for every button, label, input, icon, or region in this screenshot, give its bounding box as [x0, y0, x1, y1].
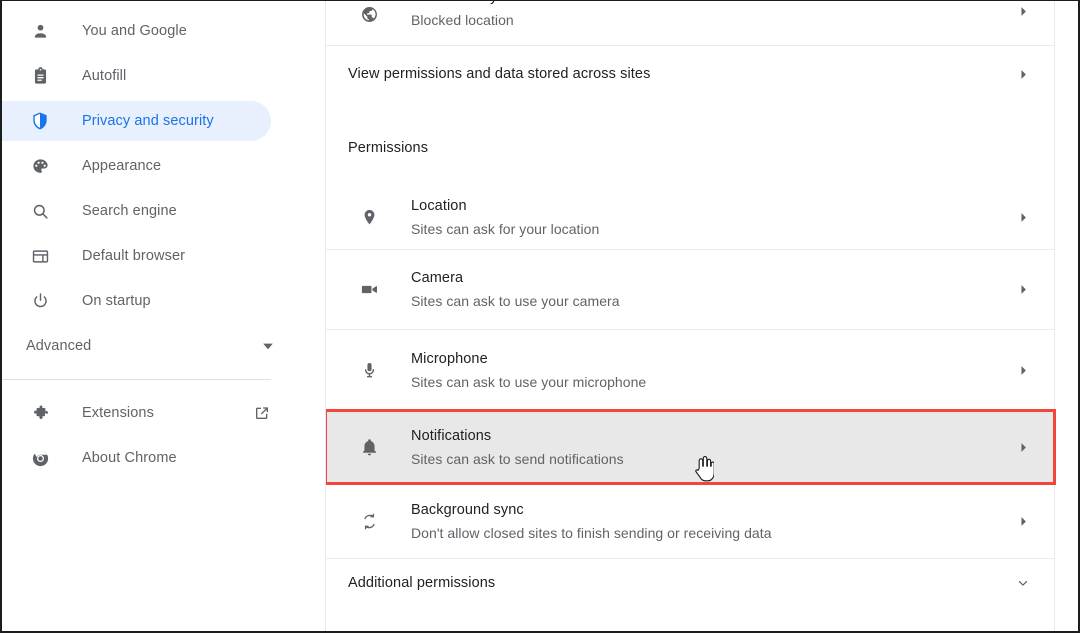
sidebar-nav-list: You and Google Autofill Privacy and secu…	[2, 11, 325, 478]
permission-title: Location	[411, 197, 467, 214]
chrome-settings-window: You and Google Autofill Privacy and secu…	[0, 0, 1080, 633]
sidebar-item-label: Privacy and security	[82, 113, 214, 129]
sidebar-advanced-label: Advanced	[26, 338, 92, 354]
permission-title: Camera	[411, 270, 464, 286]
chevron-right-icon[interactable]	[1014, 212, 1032, 223]
bell-icon	[358, 438, 380, 457]
chevron-right-icon[interactable]	[1014, 516, 1032, 527]
permission-text: Microphone Sites can ask to use your mic…	[411, 349, 1002, 392]
camera-icon	[358, 280, 380, 299]
browser-window-icon	[30, 246, 50, 266]
sidebar-item-label: On startup	[82, 293, 151, 309]
sidebar-item-about-chrome[interactable]: About Chrome	[2, 438, 271, 478]
sidebar-item-autofill[interactable]: Autofill	[2, 56, 271, 96]
chevron-right-icon[interactable]	[1014, 365, 1032, 376]
chevron-right-icon[interactable]	[1014, 442, 1032, 453]
sidebar-item-label: Autofill	[82, 68, 127, 84]
shield-icon	[30, 111, 50, 131]
sidebar-divider	[2, 379, 271, 380]
permission-row-location[interactable]: Location Sites can ask for your location	[326, 185, 1054, 249]
permission-subtitle: Sites can ask for your location	[411, 220, 600, 237]
sidebar-item-extensions[interactable]: Extensions	[2, 393, 271, 433]
permission-title: Notifications	[411, 427, 492, 444]
sidebar-item-on-startup[interactable]: On startup	[2, 281, 271, 321]
settings-main-panel: www.bestbuy.com Blocked location View pe…	[325, 1, 1078, 631]
chevron-down-icon	[259, 337, 277, 355]
permission-subtitle: Don't allow closed sites to finish sendi…	[411, 524, 772, 541]
power-icon	[30, 291, 50, 311]
permission-subtitle: Sites can ask to send notifications	[411, 450, 624, 467]
location-pin-icon	[358, 208, 380, 227]
permission-title: Background sync	[411, 501, 524, 518]
permission-title: Microphone	[411, 350, 488, 367]
view-permissions-label: View permissions and data stored across …	[348, 66, 651, 82]
view-permissions-row[interactable]: View permissions and data stored across …	[326, 46, 1054, 103]
sidebar-item-label: Default browser	[82, 248, 186, 264]
additional-permissions-label: Additional permissions	[348, 575, 496, 591]
clipboard-icon	[30, 66, 50, 86]
permission-row-notifications[interactable]: Notifications Sites can ask to send noti…	[326, 409, 1056, 485]
sidebar-item-label: Extensions	[82, 405, 154, 421]
site-exception-row-bestbuy[interactable]: www.bestbuy.com Blocked location	[326, 1, 1054, 45]
chevron-right-icon[interactable]	[1014, 6, 1032, 17]
sidebar-item-label: Search engine	[82, 203, 177, 219]
search-icon	[30, 201, 50, 221]
sidebar-item-label: Appearance	[82, 158, 162, 174]
settings-sidebar: You and Google Autofill Privacy and secu…	[2, 1, 325, 631]
sidebar-item-appearance[interactable]: Appearance	[2, 146, 271, 186]
sidebar-item-label: You and Google	[82, 23, 187, 39]
globe-icon	[358, 5, 380, 24]
permission-text: Camera Sites can ask to use your camera	[411, 268, 1002, 311]
sidebar-advanced-toggle[interactable]: Advanced	[2, 326, 273, 366]
chevron-down-icon[interactable]	[1014, 574, 1032, 592]
view-permissions-text: View permissions and data stored across …	[348, 64, 1002, 85]
permission-subtitle: Sites can ask to use your microphone	[411, 373, 647, 390]
site-exception-subtitle: Blocked location	[411, 12, 514, 28]
chevron-right-icon[interactable]	[1014, 284, 1032, 295]
permission-row-camera[interactable]: Camera Sites can ask to use your camera	[326, 250, 1054, 329]
permission-text: Location Sites can ask for your location	[411, 196, 1002, 239]
puzzle-piece-icon	[30, 403, 50, 423]
microphone-icon	[358, 361, 380, 380]
sidebar-item-label: About Chrome	[82, 450, 177, 466]
chrome-logo-icon	[30, 448, 50, 468]
permission-subtitle: Sites can ask to use your camera	[411, 293, 620, 309]
sidebar-item-privacy-and-security[interactable]: Privacy and security	[2, 101, 271, 141]
sync-icon	[358, 512, 380, 531]
additional-permissions-row[interactable]: Additional permissions	[326, 559, 1054, 607]
permission-text: Background sync Don't allow closed sites…	[411, 500, 1002, 543]
sidebar-item-you-and-google[interactable]: You and Google	[2, 11, 271, 51]
palette-icon	[30, 156, 50, 176]
external-link-icon[interactable]	[253, 404, 271, 422]
sidebar-item-default-browser[interactable]: Default browser	[2, 236, 271, 276]
permissions-card: www.bestbuy.com Blocked location View pe…	[326, 1, 1056, 607]
content-right-margin	[1055, 1, 1078, 631]
person-icon	[30, 21, 50, 41]
permission-row-microphone[interactable]: Microphone Sites can ask to use your mic…	[326, 330, 1054, 410]
permission-text: Notifications Sites can ask to send noti…	[411, 426, 1002, 469]
site-exception-title: www.bestbuy.com	[411, 1, 1002, 8]
permission-row-background-sync[interactable]: Background sync Don't allow closed sites…	[326, 484, 1054, 558]
chevron-right-icon[interactable]	[1014, 69, 1032, 80]
sidebar-item-search-engine[interactable]: Search engine	[2, 191, 271, 231]
permissions-section-heading: Permissions	[348, 140, 429, 156]
site-exception-text: www.bestbuy.com Blocked location	[411, 1, 1002, 30]
